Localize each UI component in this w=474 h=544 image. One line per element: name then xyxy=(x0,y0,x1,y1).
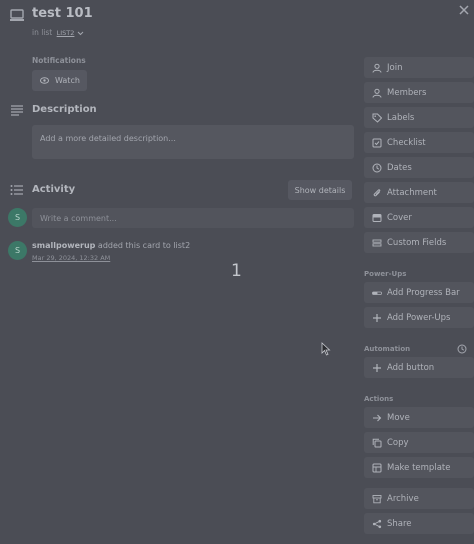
share-label: Share xyxy=(387,518,412,529)
copy-label: Copy xyxy=(387,437,409,448)
custom-fields-label: Custom Fields xyxy=(387,237,447,248)
actions-label: Actions xyxy=(364,395,394,403)
cover-button[interactable]: Cover xyxy=(364,207,474,228)
add-progress-bar-label: Add Progress Bar xyxy=(387,287,460,298)
custom-fields-button[interactable]: Custom Fields xyxy=(364,232,474,253)
activity-user[interactable]: smallpowerup xyxy=(32,241,95,250)
archive-label: Archive xyxy=(387,493,419,504)
clock-icon xyxy=(372,163,382,173)
members-label: Members xyxy=(387,87,427,98)
clock-icon[interactable] xyxy=(457,344,467,354)
description-input[interactable]: Add a more detailed description... xyxy=(32,125,354,159)
paperclip-icon xyxy=(372,188,382,198)
archive-icon xyxy=(372,494,382,504)
activity-entry: smallpowerup added this card to list2 xyxy=(32,241,190,250)
move-button[interactable]: Move xyxy=(364,407,474,428)
share-button[interactable]: Share xyxy=(364,513,474,534)
activity-action: added this card to list2 xyxy=(95,241,191,250)
plus-icon xyxy=(372,313,382,323)
description-title: Description xyxy=(32,104,97,115)
user-icon xyxy=(372,63,382,73)
mouse-cursor-icon xyxy=(321,342,331,356)
activity-icon xyxy=(10,184,24,196)
share-icon xyxy=(372,519,382,529)
cover-icon xyxy=(372,213,382,223)
close-icon[interactable] xyxy=(458,4,470,16)
watch-label: Watch xyxy=(55,76,80,85)
automation-label: Automation xyxy=(364,345,411,353)
user-icon xyxy=(372,88,382,98)
card-title[interactable]: test 101 xyxy=(32,6,93,21)
arrow-right-icon xyxy=(372,413,382,423)
make-template-label: Make template xyxy=(387,462,451,473)
avatar[interactable]: S xyxy=(8,208,27,227)
make-template-button[interactable]: Make template xyxy=(364,457,474,478)
notifications-label: Notifications xyxy=(32,56,86,65)
cover-label: Cover xyxy=(387,212,412,223)
eye-icon xyxy=(40,77,55,84)
overlay-number: 1 xyxy=(231,261,242,281)
description-icon xyxy=(10,104,24,116)
plus-icon xyxy=(372,363,382,373)
list-link[interactable]: LIST2 xyxy=(57,29,75,37)
tag-icon xyxy=(372,113,382,123)
avatar[interactable]: S xyxy=(8,241,27,260)
join-button[interactable]: Join xyxy=(364,57,474,78)
chevron-down-icon[interactable] xyxy=(77,31,84,36)
dates-button[interactable]: Dates xyxy=(364,157,474,178)
custom-fields-icon xyxy=(372,238,382,248)
list-info: in list LIST2 xyxy=(32,28,84,37)
template-icon xyxy=(372,463,382,473)
show-details-button[interactable]: Show details xyxy=(288,180,352,200)
add-progress-bar-button[interactable]: Add Progress Bar xyxy=(364,282,474,303)
activity-title: Activity xyxy=(32,184,76,195)
checklist-button[interactable]: Checklist xyxy=(364,132,474,153)
archive-button[interactable]: Archive xyxy=(364,488,474,509)
activity-timestamp[interactable]: Mar 29, 2024, 12:32 AM xyxy=(32,254,110,262)
dates-label: Dates xyxy=(387,162,412,173)
comment-input[interactable] xyxy=(32,208,354,228)
add-power-ups-label: Add Power-Ups xyxy=(387,312,451,323)
attachment-button[interactable]: Attachment xyxy=(364,182,474,203)
labels-button[interactable]: Labels xyxy=(364,107,474,128)
watch-button[interactable]: Watch xyxy=(32,70,87,91)
labels-label: Labels xyxy=(387,112,415,123)
power-ups-label: Power-Ups xyxy=(364,270,407,278)
progress-bar-icon xyxy=(372,288,382,298)
copy-button[interactable]: Copy xyxy=(364,432,474,453)
move-label: Move xyxy=(387,412,410,423)
card-icon xyxy=(10,9,24,22)
add-button-label: Add button xyxy=(387,362,435,373)
checklist-icon xyxy=(372,138,382,148)
join-label: Join xyxy=(387,62,403,73)
add-power-ups-button[interactable]: Add Power-Ups xyxy=(364,307,474,328)
checklist-label: Checklist xyxy=(387,137,426,148)
members-button[interactable]: Members xyxy=(364,82,474,103)
add-button-button[interactable]: Add button xyxy=(364,357,474,378)
copy-icon xyxy=(372,438,382,448)
in-list-label: in list xyxy=(32,28,53,37)
attachment-label: Attachment xyxy=(387,187,437,198)
